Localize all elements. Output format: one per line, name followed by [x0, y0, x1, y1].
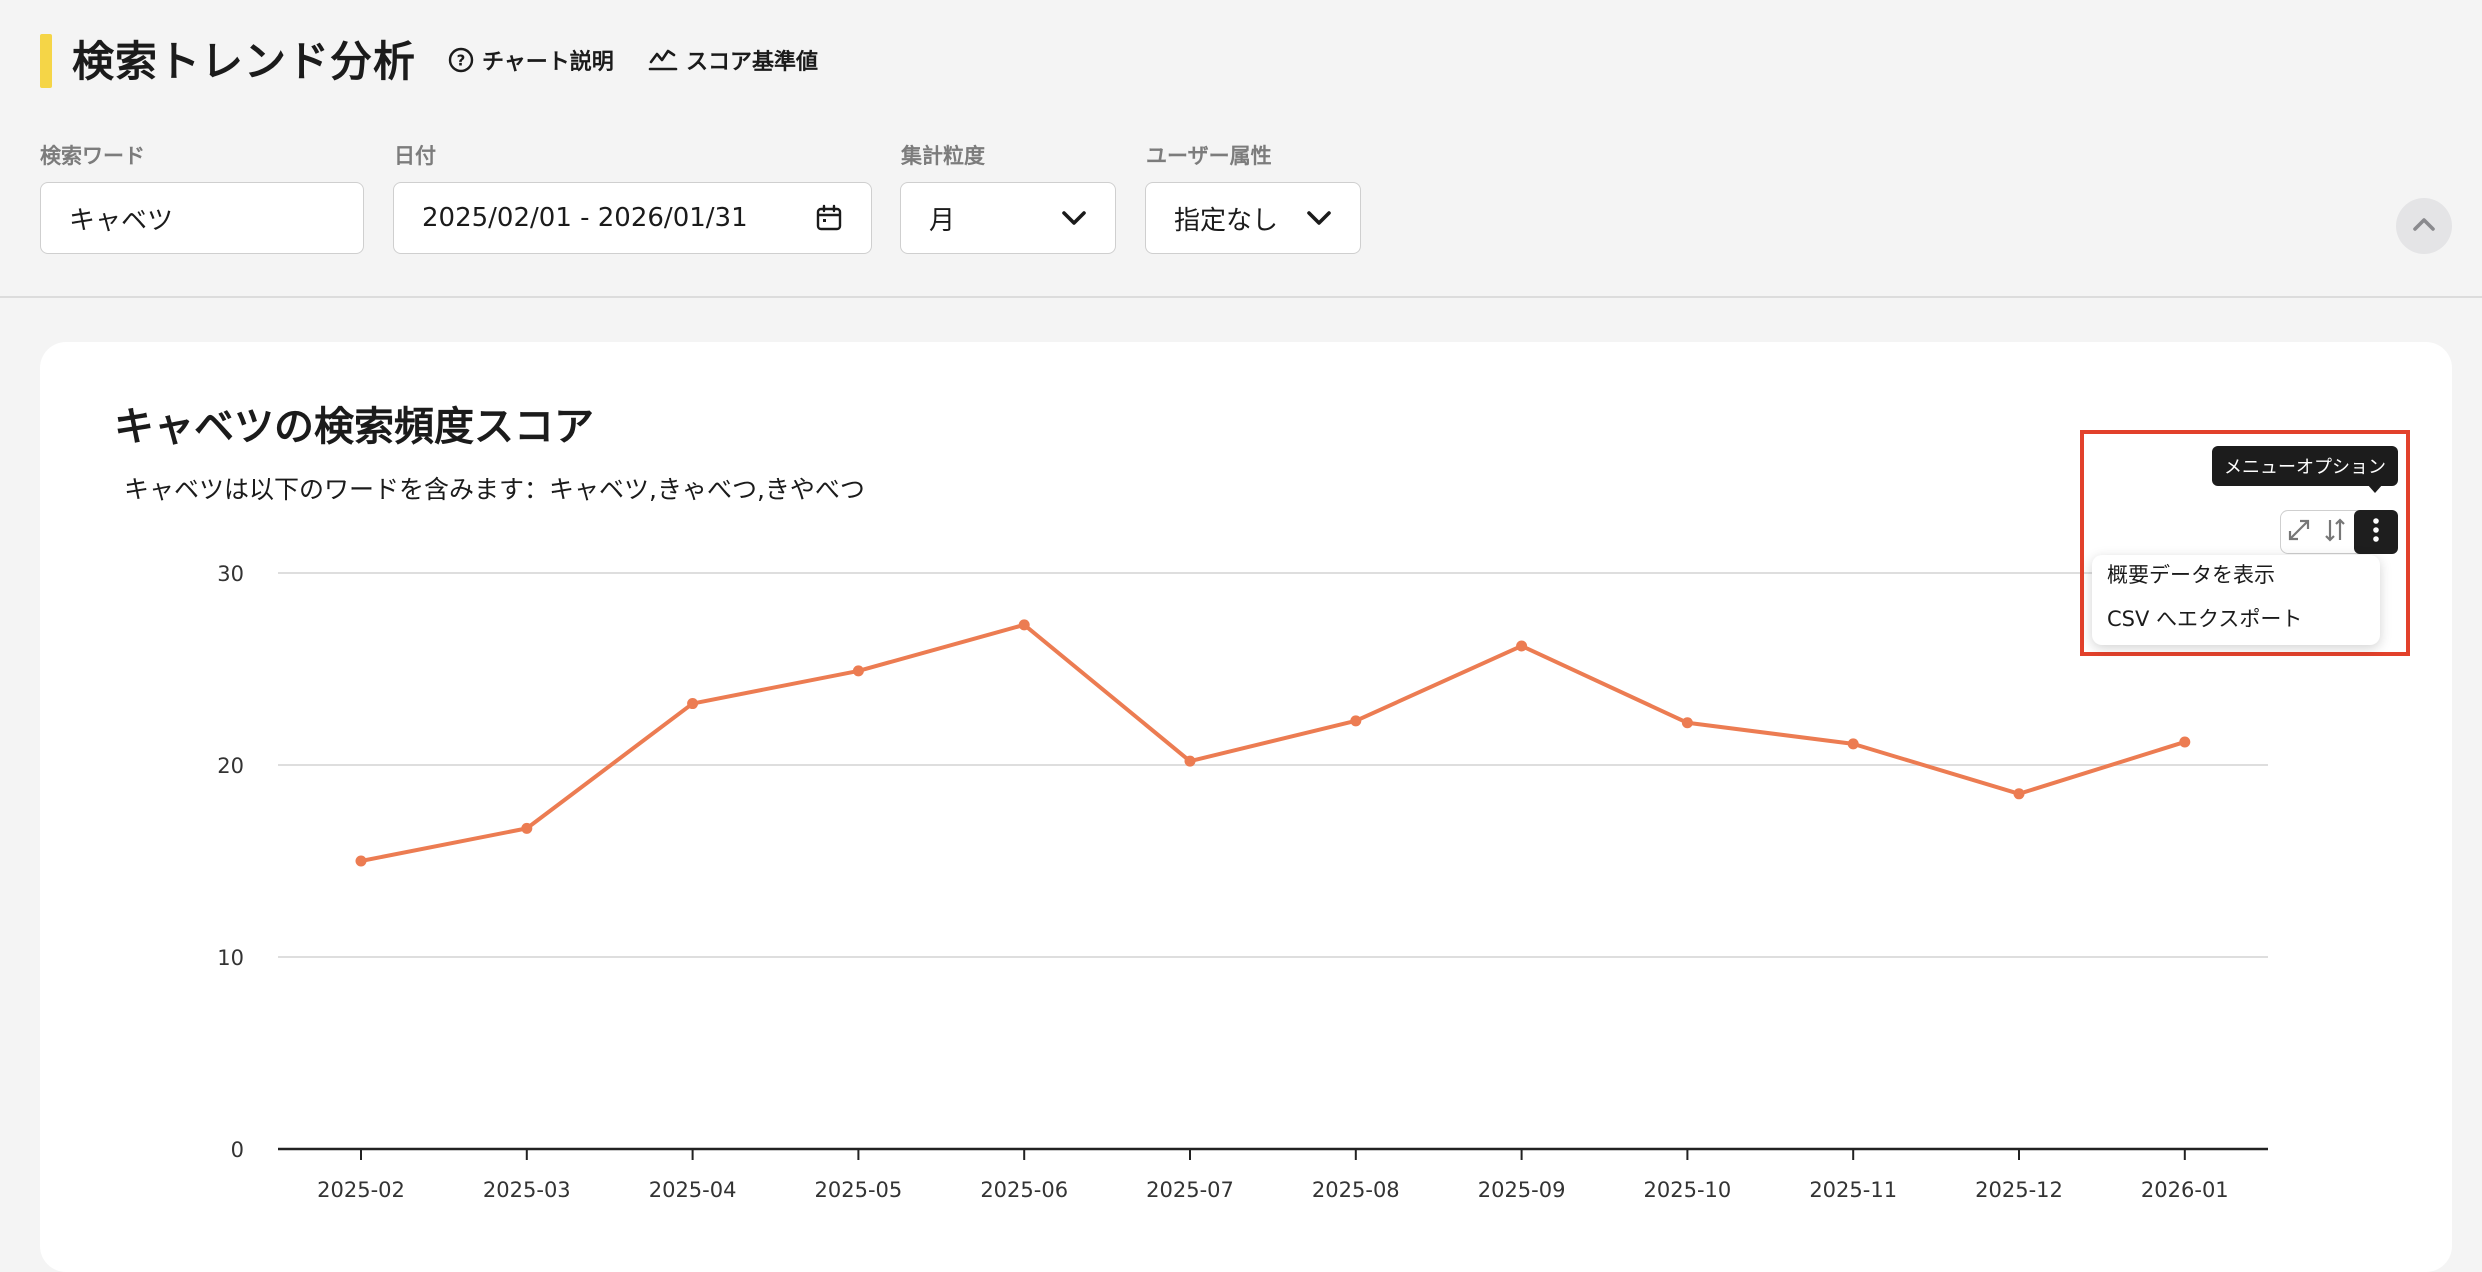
tick-labels: 0 10 20 30 2025-02 2025-03 2025-04 2025-05 2025-…: [217, 562, 2228, 1202]
data-point[interactable]: [355, 855, 367, 867]
data-point[interactable]: [1681, 717, 1693, 729]
menu-item-show-summary[interactable]: 概要データを表示: [2107, 559, 2275, 589]
data-point[interactable]: [852, 665, 864, 677]
data-point[interactable]: [521, 822, 533, 834]
x-tick-label: 2025-12: [1975, 1178, 2063, 1202]
expand-button[interactable]: [2281, 511, 2317, 552]
x-tick-label: 2025-07: [1146, 1178, 1234, 1202]
menu-options-button[interactable]: [2354, 510, 2398, 554]
tooltip-arrow: [2367, 484, 2383, 493]
x-tick-label: 2025-08: [1312, 1178, 1400, 1202]
data-point[interactable]: [1847, 738, 1859, 750]
data-point[interactable]: [2179, 736, 2191, 748]
x-tick-label: 2025-04: [649, 1178, 737, 1202]
y-tick-label: 30: [217, 562, 244, 586]
data-point[interactable]: [1350, 715, 1362, 727]
menu-options-dropdown: 概要データを表示 CSV へエクスポート: [2092, 555, 2380, 645]
series-line: [359, 622, 2187, 863]
expand-icon: [2286, 517, 2312, 547]
data-point[interactable]: [1184, 755, 1196, 767]
data-point[interactable]: [687, 698, 699, 710]
y-tick-label: 20: [217, 754, 244, 778]
menu-options-tooltip: メニューオプション: [2212, 446, 2398, 486]
x-tick-label: 2026-01: [2141, 1178, 2229, 1202]
x-tick-label: 2025-09: [1478, 1178, 1566, 1202]
grid-lines: [278, 572, 2268, 958]
axes: [278, 1147, 2268, 1160]
x-tick-label: 2025-02: [317, 1178, 405, 1202]
x-tick-label: 2025-10: [1644, 1178, 1732, 1202]
y-tick-label: 10: [217, 946, 244, 970]
series-line-0: [359, 622, 2187, 863]
data-point[interactable]: [2013, 788, 2025, 800]
sort-arrows-icon: [2322, 517, 2348, 547]
x-tick-label: 2025-11: [1809, 1178, 1897, 1202]
data-point[interactable]: [1018, 619, 1030, 631]
x-tick-label: 2025-03: [483, 1178, 571, 1202]
sort-button[interactable]: [2317, 511, 2353, 552]
data-point[interactable]: [1516, 640, 1528, 652]
y-tick-label: 0: [231, 1138, 244, 1162]
more-vertical-icon: [2371, 517, 2381, 547]
menu-item-export-csv[interactable]: CSV へエクスポート: [2107, 603, 2302, 633]
x-tick-label: 2025-05: [815, 1178, 903, 1202]
x-tick-label: 2025-06: [980, 1178, 1068, 1202]
